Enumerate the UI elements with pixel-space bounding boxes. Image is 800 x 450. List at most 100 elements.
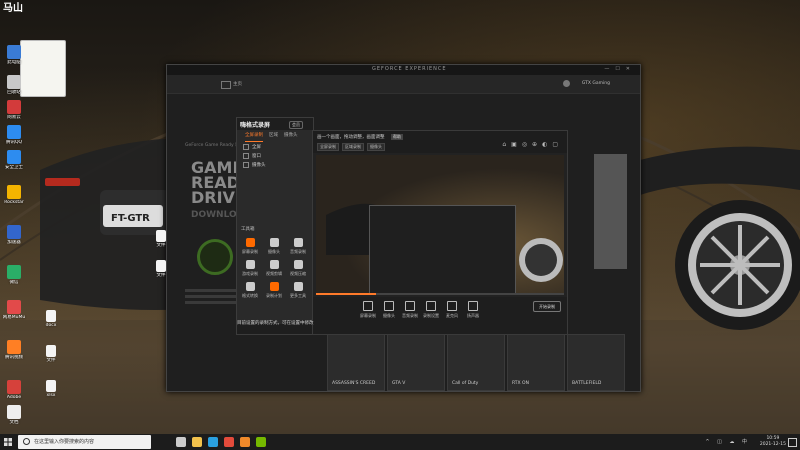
chrome-icon[interactable]: [224, 437, 234, 447]
tab-home[interactable]: 主页: [233, 81, 242, 87]
toolbox-item[interactable]: 录制计划: [263, 282, 285, 299]
rec-titlebar[interactable]: 嗨格式录屏 会员: [237, 118, 313, 130]
start-record-button[interactable]: 开始录制: [533, 301, 561, 312]
taskbar-clock[interactable]: 10:59 2021-12-15: [760, 436, 786, 448]
desktop-icon[interactable]: 回收站: [1, 75, 27, 95]
preview-action-icons[interactable]: ⌂▣◎⊕◐▢: [502, 141, 563, 148]
record-control[interactable]: 摄像头: [378, 301, 400, 319]
record-control[interactable]: 扬声器: [462, 301, 484, 319]
tool-label: 摄像头: [268, 249, 280, 254]
search-placeholder: 在这里输入你要搜索的内容: [34, 439, 95, 445]
checkbox-icon[interactable]: [243, 143, 249, 150]
help-badge[interactable]: 帮助: [391, 134, 403, 140]
game-card[interactable]: ASSASSIN'S CREED: [327, 334, 385, 391]
gfe-username[interactable]: GTX Gaming: [582, 81, 610, 86]
toolbox-item[interactable]: 摄像头: [263, 238, 285, 255]
tab-camera[interactable]: 摄像头: [284, 132, 298, 142]
tab-fullscreen[interactable]: 全屏录制: [245, 132, 263, 142]
desktop-icon-label: 微信: [9, 280, 19, 285]
desktop-icon[interactable]: Rockstar: [1, 185, 27, 205]
app-icon: [7, 75, 21, 89]
rec-app-icon[interactable]: [240, 437, 250, 447]
desktop-icon[interactable]: Adobe: [1, 380, 27, 400]
vip-badge[interactable]: 会员: [289, 121, 303, 129]
explorer-icon[interactable]: [192, 437, 202, 447]
game-card[interactable]: Call of Duty: [447, 334, 505, 391]
desktop-file[interactable]: docx: [38, 310, 64, 328]
mode-button[interactable]: 区域录制: [342, 143, 364, 151]
desktop-icon[interactable]: 网易云: [1, 100, 27, 120]
control-icon: [363, 301, 373, 311]
game-card[interactable]: RTX ON: [507, 334, 565, 391]
desktop-file[interactable]: 文件: [38, 345, 64, 363]
toolbox-item[interactable]: 游戏录制: [239, 260, 261, 277]
preview-mode-buttons: 全屏录制 区域录制 摄像头: [317, 143, 385, 151]
record-control[interactable]: 麦克风: [441, 301, 463, 319]
toolbox-item[interactable]: 格式转换: [239, 282, 261, 299]
desktop-icon[interactable]: 微信: [1, 265, 27, 285]
game-card[interactable]: GTA V: [387, 334, 445, 391]
gfe-titlebar[interactable]: GEFORCE EXPERIENCE —☐✕: [167, 65, 640, 75]
source-label: 全屏: [252, 144, 261, 150]
game-card[interactable]: BATTLEFIELD: [567, 334, 625, 391]
desktop-icon-label: 加速器: [7, 240, 21, 245]
toolbox-item[interactable]: 视频压缩: [287, 260, 309, 277]
tab-region[interactable]: 区域: [269, 132, 278, 142]
preview-canvas[interactable]: [316, 155, 564, 293]
file-label: 文件: [46, 358, 56, 363]
desktop-icon-label: 腾讯视频: [5, 355, 23, 360]
control-label: 音频录制: [402, 313, 418, 318]
desktop-icon[interactable]: 安全卫士: [1, 150, 27, 170]
screen-recorder-window[interactable]: 嗨格式录屏 会员 全屏录制 区域 摄像头 全屏 窗口 摄像头 工具箱 屏幕录制 摄…: [236, 117, 314, 335]
file-icon: [156, 260, 166, 272]
window-controls-icon[interactable]: —☐✕: [604, 66, 636, 72]
toolbox-item[interactable]: 音频录制: [287, 238, 309, 255]
tool-icon: [269, 238, 279, 247]
desktop-icon[interactable]: 文档: [1, 405, 27, 425]
task-view-icon[interactable]: [176, 437, 186, 447]
game-card-title: RTX ON: [512, 381, 529, 386]
file-icon: [46, 380, 56, 392]
tool-label: 录制计划: [266, 293, 282, 298]
checkbox-icon[interactable]: [243, 161, 249, 168]
toolbox-item[interactable]: 更多工具: [287, 282, 309, 299]
desktop-file[interactable]: xlsx: [38, 380, 64, 398]
geforce-icon[interactable]: [256, 437, 266, 447]
mode-button[interactable]: 摄像头: [367, 143, 385, 151]
system-tray-icons[interactable]: ^ ◫ ☁ 中: [705, 438, 750, 445]
toolbox-item[interactable]: 屏幕录制: [239, 238, 261, 255]
desktop-file[interactable]: 文件: [148, 230, 174, 248]
taskbar-search-box[interactable]: 在这里输入你要搜索的内容: [18, 435, 151, 449]
avatar[interactable]: [563, 80, 570, 87]
windows-start-icon[interactable]: [4, 438, 12, 446]
file-label: 文件: [156, 273, 166, 278]
driver-status-icon: [197, 239, 233, 275]
desktop-icon[interactable]: 腾讯视频: [1, 340, 27, 360]
control-label: 录制设置: [423, 313, 439, 318]
home-icon[interactable]: [221, 81, 231, 89]
toolbox-title: 工具箱: [241, 227, 255, 232]
source-item[interactable]: 摄像头: [237, 160, 313, 169]
desktop-icon[interactable]: 加速器: [1, 225, 27, 245]
app-icon: [7, 185, 21, 199]
toolbox-item[interactable]: 视频剪辑: [263, 260, 285, 277]
desktop-icon[interactable]: 网易MuMu: [1, 300, 27, 320]
checkbox-icon[interactable]: [243, 152, 249, 159]
desktop-icon-label: 文档: [9, 420, 19, 425]
source-item[interactable]: 全屏: [237, 142, 313, 151]
desktop-icon[interactable]: 腾讯QQ: [1, 125, 27, 145]
record-controls: 屏幕录制 摄像头 音频录制 录制设置 麦克风 扬声器 目前设置的录制方式，可在设置中修改 …: [237, 297, 567, 334]
mode-button[interactable]: 全屏录制: [317, 143, 339, 151]
clock-date: 2021-12-15: [759, 442, 786, 447]
desktop-icon-label: 安全卫士: [5, 165, 23, 170]
record-control[interactable]: 屏幕录制: [357, 301, 379, 319]
record-control[interactable]: 音频录制: [399, 301, 421, 319]
file-icon: [156, 230, 166, 242]
edge-icon[interactable]: [208, 437, 218, 447]
record-control[interactable]: 录制设置: [420, 301, 442, 319]
source-item[interactable]: 窗口: [237, 151, 313, 160]
notification-icon[interactable]: [788, 438, 797, 447]
desktop-icon-label: Adobe: [6, 395, 22, 400]
desktop-file[interactable]: 文件: [148, 260, 174, 278]
desktop-icon[interactable]: 此电脑: [1, 45, 27, 65]
